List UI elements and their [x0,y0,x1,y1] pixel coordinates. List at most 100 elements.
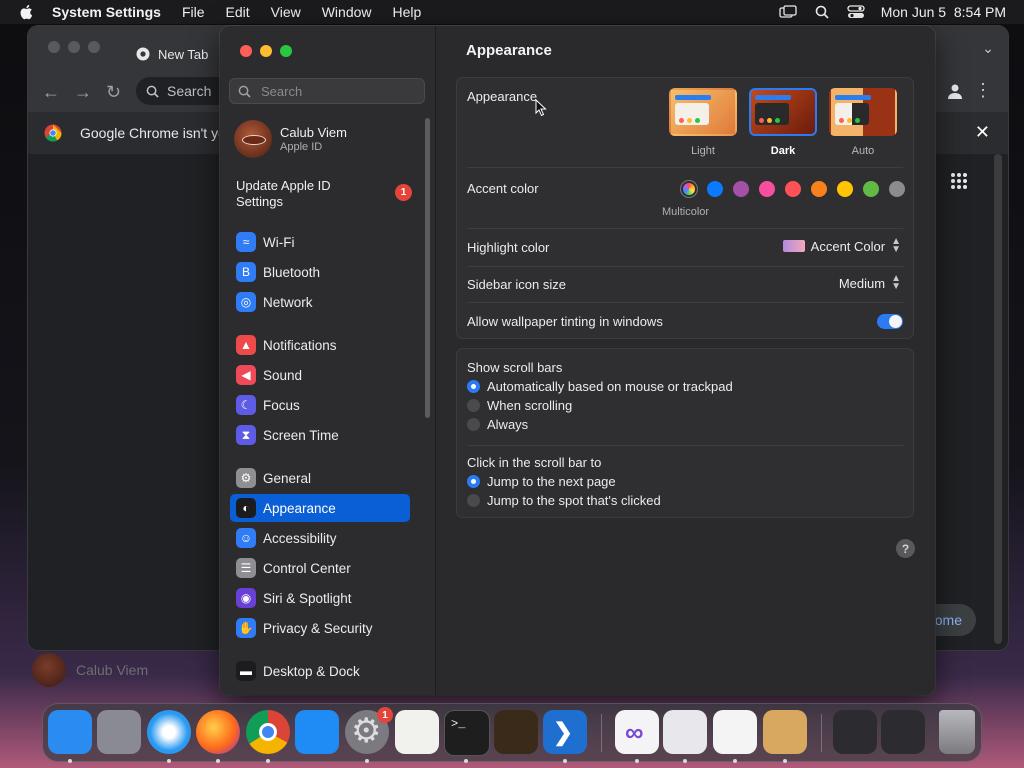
light-mode-thumbnail [669,88,737,136]
sidebar-item-label: Siri & Spotlight [263,590,352,606]
garageband-icon[interactable] [494,710,538,754]
vscode-icon[interactable]: ❯ [543,710,587,754]
visual-studio-icon[interactable]: ∞ [615,710,659,754]
paint-palette-icon[interactable] [763,710,807,754]
chrome-close-button[interactable] [48,41,60,53]
help-button[interactable]: ? [896,539,915,558]
chrome-icon[interactable] [246,710,290,754]
dock-separator [601,714,602,752]
sidebar-item-accessibility[interactable]: ☺ Accessibility [230,524,410,552]
divider [467,445,903,446]
dark-mode-thumbnail [749,88,817,136]
radio-scroll-always[interactable]: Always [467,417,528,432]
chrome-minimize-button[interactable] [68,41,80,53]
highlight-color-popup[interactable]: Accent Color ▲ ▼ [782,237,901,255]
sidebar-item-desktop-dock[interactable]: ▬ Desktop & Dock [230,657,410,685]
accent-swatch-multicolor[interactable] [681,181,697,197]
menu-edit[interactable]: Edit [226,4,250,20]
app-store-icon[interactable] [295,710,339,754]
sidebar-item-general[interactable]: ⚙ General [230,464,410,492]
system-settings-window: Calub Viem Apple ID Update Apple ID Sett… [220,26,935,695]
update-apple-id-item[interactable]: Update Apple ID Settings 1 [236,178,416,210]
accent-swatch[interactable] [889,181,905,197]
search-icon[interactable] [813,4,831,20]
macos-installer-icon[interactable] [663,710,707,754]
forward-arrow-icon[interactable]: → [74,82,92,103]
menu-view[interactable]: View [271,4,301,20]
auto-mode-thumbnail [829,88,897,136]
display-mirror-icon[interactable] [779,4,797,20]
appearance-option-dark[interactable]: Dark [749,88,817,157]
zoom-button[interactable] [280,45,292,57]
accent-swatch[interactable] [785,181,801,197]
downloads-stack-icon[interactable] [833,710,877,754]
wallpaper-tinting-label: Allow wallpaper tinting in windows [467,314,663,329]
search-input[interactable] [259,82,413,100]
sidebar-item-screen-time[interactable]: ⧗ Screen Time [230,421,410,449]
clock[interactable]: Mon Jun 5 8:54 PM [881,4,1006,20]
accent-swatch[interactable] [837,181,853,197]
highlight-value: Accent Color [810,238,886,254]
chrome-scrollbar[interactable] [994,154,1002,644]
avatar [234,120,272,158]
sidebar-item-label: Control Center [263,560,351,576]
account-name: Calub Viem [280,125,347,140]
radio-scroll-when-scrolling[interactable]: When scrolling [467,398,572,413]
firefox-icon[interactable] [196,710,240,754]
appearance-option-light[interactable]: Light [669,88,737,157]
menu-window[interactable]: Window [322,4,372,20]
back-arrow-icon[interactable]: ← [42,82,60,103]
radio-scroll-automatic[interactable]: Automatically based on mouse or trackpad [467,379,733,394]
appearance-option-auto[interactable]: Auto [829,88,897,157]
sidebar-item-siri-spotlight[interactable]: ◉ Siri & Spotlight [230,584,410,612]
sidebar-item-appearance[interactable]: ◐ Appearance [230,494,410,522]
profile-icon[interactable] [946,82,964,100]
wallpaper-tinting-toggle[interactable] [877,314,903,329]
apps-grid-icon[interactable] [950,172,968,190]
sidebar-item-label: Appearance [263,500,336,516]
sidebar-scrollbar[interactable] [425,118,430,418]
trash-icon[interactable] [939,710,975,754]
safari-icon[interactable] [147,710,191,754]
close-button[interactable] [240,45,252,57]
sidebar-item-wi-fi[interactable]: ≈ Wi-Fi [230,228,410,256]
textedit-icon[interactable] [395,710,439,754]
control-center-icon[interactable] [847,4,865,20]
menu-file[interactable]: File [182,4,205,20]
accent-swatch[interactable] [811,181,827,197]
apple-id-account[interactable]: Calub Viem Apple ID [234,120,347,158]
sidebar-item-network[interactable]: ◎ Network [230,288,410,316]
menu-app-name[interactable]: System Settings [52,4,161,20]
terminal-icon[interactable]: >_ [444,710,490,756]
chrome-zoom-button[interactable] [88,41,100,53]
menu-help[interactable]: Help [393,4,422,20]
recent-stack-icon[interactable] [881,710,925,754]
sidebar-item-focus[interactable]: ☾ Focus [230,391,410,419]
accent-swatch[interactable] [733,181,749,197]
chevron-down-icon[interactable]: ⌄ [982,40,994,57]
launchpad-icon[interactable] [97,710,141,754]
accent-swatch[interactable] [707,181,723,197]
settings-content: Appearance Appearance Light Dark Auto Ac… [436,26,935,695]
sidebar-item-privacy-security[interactable]: ✋ Privacy & Security [230,614,410,642]
sidebar-icon-size-popup[interactable]: Medium ▲ ▼ [839,274,901,292]
sidebar-item-sound[interactable]: ◀ Sound [230,361,410,389]
sidebar-item-label: Network [263,294,313,310]
divider [467,228,903,229]
sidebar-item-bluetooth[interactable]: B Bluetooth [230,258,410,286]
radio-jump-next-page[interactable]: Jump to the next page [467,474,616,489]
sidebar-item-control-center[interactable]: ☰ Control Center [230,554,410,582]
minimize-button[interactable] [260,45,272,57]
sidebar-item-notifications[interactable]: ▲ Notifications [230,331,410,359]
accent-swatch[interactable] [863,181,879,197]
reload-icon[interactable]: ↻ [106,82,121,103]
accent-swatch[interactable] [759,181,775,197]
show-scroll-bars-label: Show scroll bars [467,360,563,375]
more-menu-icon[interactable]: ⋮ [974,80,992,101]
radio-jump-to-spot[interactable]: Jump to the spot that's clicked [467,493,661,508]
apple-logo-icon[interactable] [18,3,36,21]
click-scroll-bar-label: Click in the scroll bar to [467,455,602,470]
close-icon[interactable]: ✕ [975,122,990,143]
freeform-icon[interactable] [713,710,757,754]
finder-icon[interactable] [48,710,92,754]
